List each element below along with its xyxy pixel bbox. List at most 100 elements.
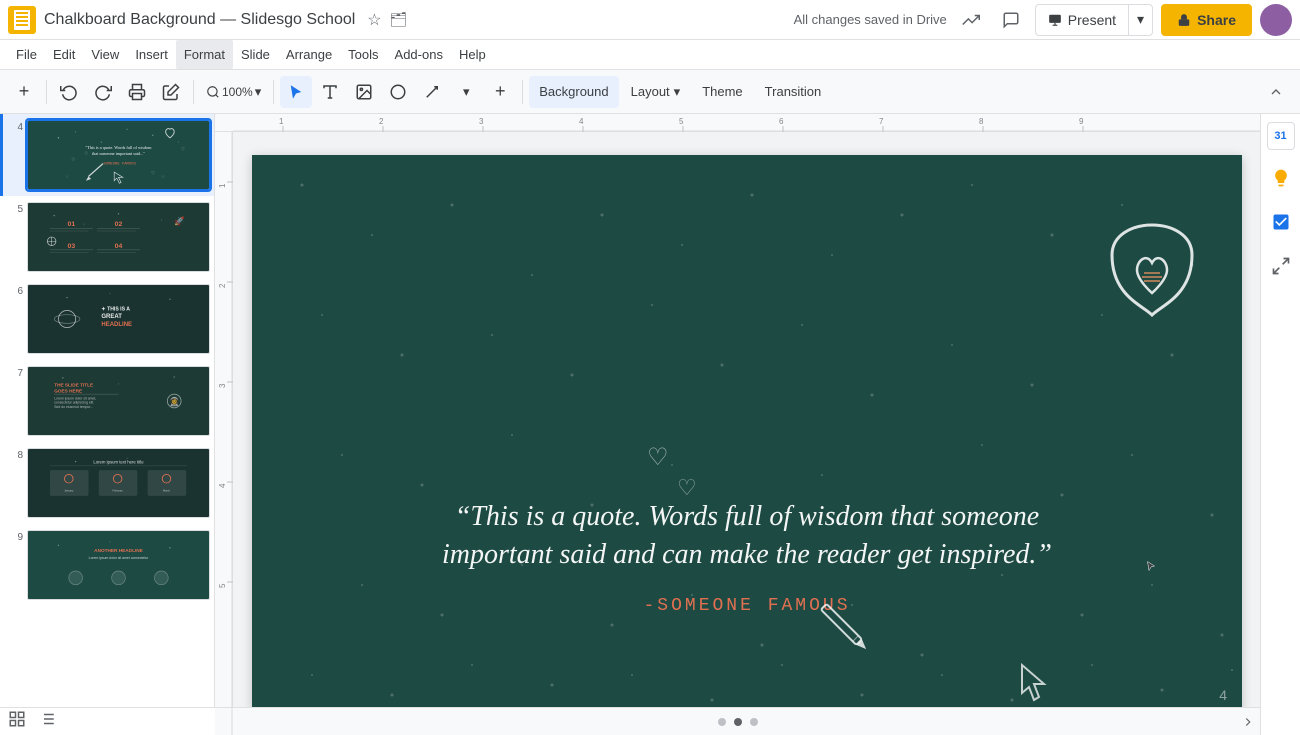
- svg-text:important said and can make th: important said and can make the reader g…: [442, 539, 1052, 570]
- svg-text:♡: ♡: [181, 147, 185, 152]
- bottom-dot-3[interactable]: [750, 718, 758, 726]
- divider: [273, 80, 274, 104]
- svg-text:4: 4: [1219, 687, 1227, 703]
- bottom-dot-2[interactable]: [734, 718, 742, 726]
- divider: [193, 80, 194, 104]
- menu-view[interactable]: View: [83, 40, 127, 69]
- comment-button[interactable]: [995, 4, 1027, 36]
- slide-thumb-9: ANOTHER HEADLINE Lorem ipsum dolor sit a…: [27, 530, 210, 600]
- svg-text:♡: ♡: [71, 157, 75, 162]
- svg-text:March: March: [163, 489, 171, 493]
- svg-text:👩‍🚀: 👩‍🚀: [169, 396, 180, 406]
- svg-text:♡: ♡: [84, 151, 88, 156]
- avatar[interactable]: [1260, 4, 1292, 36]
- svg-text:♡: ♡: [647, 444, 669, 471]
- slide-thumbnail-9[interactable]: 9 ANOTHER HEADLINE Lorem ipsum dolor sit…: [0, 524, 214, 606]
- main-area: 4 "This is a quote: [0, 114, 1300, 735]
- menu-addons[interactable]: Add-ons: [387, 40, 451, 69]
- present-label: Present: [1068, 12, 1116, 28]
- image-tool[interactable]: [348, 76, 380, 108]
- background-label: Background: [539, 84, 608, 99]
- present-button[interactable]: Present ▾: [1035, 4, 1153, 36]
- calendar-icon[interactable]: 31: [1267, 122, 1295, 150]
- collapse-toolbar-button[interactable]: [1260, 76, 1292, 108]
- svg-text:5: 5: [218, 583, 227, 588]
- menu-help[interactable]: Help: [451, 40, 494, 69]
- svg-text:7: 7: [879, 117, 884, 126]
- print-button[interactable]: [121, 76, 153, 108]
- transition-button[interactable]: Transition: [755, 76, 832, 108]
- star-icon[interactable]: ☆: [367, 10, 381, 30]
- text-tool[interactable]: [314, 76, 346, 108]
- slide-thumbnail-4[interactable]: 4 "This is a quote: [0, 114, 214, 196]
- select-tool[interactable]: [280, 76, 312, 108]
- slide-thumbnail-5[interactable]: 5 01 02 03 04: [0, 196, 214, 278]
- slide-number-4: 4: [7, 120, 23, 133]
- slide-number-6: 6: [7, 284, 23, 297]
- svg-text:"This is a quote. Words full o: "This is a quote. Words full of wisdom: [85, 145, 152, 150]
- grid-view-button[interactable]: [8, 710, 26, 733]
- menu-arrange[interactable]: Arrange: [278, 40, 340, 69]
- slide-thumbnail-7[interactable]: 7 THE SLIDE TITLE GOES HERE Lorem ipsum …: [0, 360, 214, 442]
- slide-thumb-5: 01 02 03 04: [27, 202, 210, 272]
- activity-button[interactable]: [955, 4, 987, 36]
- svg-text:THE SLIDE TITLE: THE SLIDE TITLE: [54, 382, 93, 387]
- slide-thumbnail-6[interactable]: 6 ✦ THIS IS A GREAT HEADLINE: [0, 278, 214, 360]
- zoom-level: 100%: [222, 85, 253, 99]
- menu-file[interactable]: File: [8, 40, 45, 69]
- bottom-dot-1[interactable]: [718, 718, 726, 726]
- add-slide-button[interactable]: +: [8, 76, 40, 108]
- svg-text:♡: ♡: [161, 175, 164, 179]
- slide-canvas[interactable]: ♡ ♡ ♡ ♡ ♡ ♡ “This is a quote. Words full…: [252, 155, 1242, 712]
- menu-tools[interactable]: Tools: [340, 40, 386, 69]
- layout-button[interactable]: Layout ▾: [621, 76, 691, 108]
- svg-text:01: 01: [68, 221, 76, 228]
- menu-insert[interactable]: Insert: [127, 40, 176, 69]
- slide-thumb-6: ✦ THIS IS A GREAT HEADLINE: [27, 284, 210, 354]
- menu-slide[interactable]: Slide: [233, 40, 278, 69]
- divider: [522, 80, 523, 104]
- slide-thumbnail-8[interactable]: 8 Lorem ipsum text here title: [0, 442, 214, 524]
- svg-text:1: 1: [279, 117, 284, 126]
- menu-bar: File Edit View Insert Format Slide Arran…: [0, 40, 1300, 70]
- folder-icon[interactable]: 🗂: [390, 11, 408, 28]
- undo-button[interactable]: [53, 76, 85, 108]
- menu-edit[interactable]: Edit: [45, 40, 83, 69]
- keep-icon[interactable]: [1265, 162, 1297, 194]
- present-dropdown[interactable]: ▾: [1128, 5, 1152, 35]
- list-view-button[interactable]: [38, 710, 56, 733]
- share-button[interactable]: Share: [1161, 4, 1252, 36]
- svg-text:January: January: [64, 489, 74, 493]
- share-label: Share: [1197, 12, 1236, 28]
- svg-text:♡: ♡: [151, 171, 155, 176]
- svg-text:8: 8: [979, 117, 984, 126]
- shape-tool[interactable]: [382, 76, 414, 108]
- document-title: Chalkboard Background — Slidesgo School: [44, 11, 355, 29]
- title-bar: Chalkboard Background — Slidesgo School …: [0, 0, 1300, 40]
- zoom-control[interactable]: 100%▾: [200, 76, 267, 108]
- add-comment-tool[interactable]: +: [484, 76, 516, 108]
- slide-thumb-4: "This is a quote. Words full of wisdom t…: [27, 120, 210, 190]
- svg-text:that someone important said...: that someone important said...": [92, 151, 145, 156]
- slide-number-7: 7: [7, 366, 23, 379]
- save-status: All changes saved in Drive: [794, 12, 947, 27]
- app-logo[interactable]: [8, 6, 36, 34]
- paint-button[interactable]: [155, 76, 187, 108]
- svg-text:-SOMEONE FAMOUS: -SOMEONE FAMOUS: [643, 596, 850, 616]
- expand-icon[interactable]: [1265, 250, 1297, 282]
- theme-label: Theme: [702, 84, 742, 99]
- toolbar: + 100%▾ ▾ + Background Layout ▾: [0, 70, 1300, 114]
- svg-text:6: 6: [779, 117, 784, 126]
- theme-button[interactable]: Theme: [692, 76, 752, 108]
- expand-panel-button[interactable]: [1236, 707, 1260, 735]
- slide-number-8: 8: [7, 448, 23, 461]
- line-tool[interactable]: [416, 76, 448, 108]
- tasks-icon[interactable]: [1265, 206, 1297, 238]
- more-tools[interactable]: ▾: [450, 76, 482, 108]
- slide-panel-bottom: [0, 707, 215, 735]
- menu-format[interactable]: Format: [176, 40, 233, 69]
- redo-button[interactable]: [87, 76, 119, 108]
- background-button[interactable]: Background: [529, 76, 618, 108]
- svg-text:♡: ♡: [677, 475, 697, 500]
- svg-text:GREAT: GREAT: [101, 314, 122, 320]
